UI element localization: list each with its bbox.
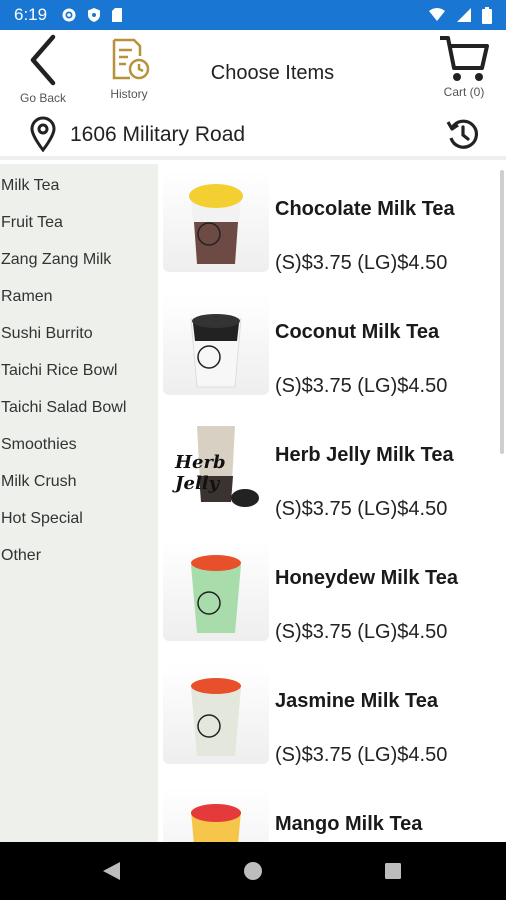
item-name: Chocolate Milk Tea [275, 198, 455, 220]
item-name: Mango Milk Tea [275, 813, 423, 835]
go-back-button[interactable]: Go Back [14, 34, 72, 105]
item-name: Jasmine Milk Tea [275, 690, 439, 712]
category-fruit-tea[interactable]: Fruit Tea [0, 204, 158, 241]
cart-icon [440, 36, 489, 81]
sd-card-icon [112, 8, 123, 22]
item-list[interactable]: Chocolate Milk Tea (S)$3.75 (LG)$4.50 Co… [158, 164, 506, 842]
list-item[interactable]: Coconut Milk Tea (S)$3.75 (LG)$4.50 [158, 287, 506, 410]
settings-icon [62, 8, 76, 22]
go-back-label: Go Back [19, 91, 67, 105]
product-image [163, 664, 269, 764]
item-price: (S)$3.75 (LG)$4.50 [275, 375, 448, 397]
item-name: Herb Jelly Milk Tea [275, 444, 454, 466]
list-item[interactable]: Herb Jelly Herb Jelly Milk Tea (S)$3.75 … [158, 410, 506, 533]
battery-icon [482, 6, 492, 24]
shield-icon [88, 8, 101, 22]
category-sidebar: Milk Tea Fruit Tea Zang Zang Milk Ramen … [0, 164, 158, 842]
category-taichi-rice-bowl[interactable]: Taichi Rice Bowl [0, 352, 158, 389]
wifi-icon [429, 8, 445, 21]
signal-icon [457, 8, 471, 22]
category-ramen[interactable]: Ramen [0, 278, 158, 315]
product-image: Herb Jelly [163, 418, 269, 518]
category-smoothies[interactable]: Smoothies [0, 426, 158, 463]
category-sushi-burrito[interactable]: Sushi Burrito [0, 315, 158, 352]
recents-square-icon[interactable] [384, 862, 402, 880]
address-bar: 1606 Military Road [0, 108, 506, 160]
status-bar: 6:19 [0, 0, 506, 30]
product-image [163, 295, 269, 395]
category-other[interactable]: Other [0, 537, 158, 574]
header: Go Back History Choose Items Cart (0) [0, 30, 506, 108]
item-price: (S)$3.75 (LG)$4.50 [275, 744, 448, 766]
category-zang-zang-milk[interactable]: Zang Zang Milk [0, 241, 158, 278]
herb-jelly-script: Herb Jelly [175, 452, 226, 494]
list-item[interactable]: Jasmine Milk Tea (S)$3.75 (LG)$4.50 [158, 656, 506, 779]
list-item[interactable]: Honeydew Milk Tea (S)$3.75 (LG)$4.50 [158, 533, 506, 656]
category-milk-tea[interactable]: Milk Tea [0, 167, 158, 204]
status-time: 6:19 [14, 5, 48, 24]
item-name: Coconut Milk Tea [275, 321, 440, 343]
navigation-bar [0, 842, 506, 900]
store-address[interactable]: 1606 Military Road [70, 123, 245, 147]
chevron-left-icon [30, 34, 56, 86]
category-hot-special[interactable]: Hot Special [0, 500, 158, 537]
product-image [163, 172, 269, 272]
page-title: Choose Items [210, 62, 335, 84]
list-item[interactable]: Chocolate Milk Tea (S)$3.75 (LG)$4.50 [158, 164, 506, 287]
item-price: (S)$3.75 (LG)$4.50 [275, 621, 448, 643]
history-label: History [110, 87, 148, 101]
product-image [163, 541, 269, 641]
order-history-icon[interactable] [445, 116, 481, 152]
cart-label: Cart (0) [443, 85, 485, 99]
back-triangle-icon[interactable] [100, 860, 122, 882]
item-price: (S)$3.75 (LG)$4.50 [275, 252, 448, 274]
cart-button[interactable]: Cart (0) [436, 32, 492, 99]
home-circle-icon[interactable] [243, 861, 263, 881]
category-milk-crush[interactable]: Milk Crush [0, 463, 158, 500]
list-item[interactable]: Mango Milk Tea [158, 779, 506, 842]
category-taichi-salad-bowl[interactable]: Taichi Salad Bowl [0, 389, 158, 426]
history-button[interactable]: History [102, 36, 156, 101]
item-name: Honeydew Milk Tea [275, 567, 459, 589]
history-document-icon [112, 38, 150, 80]
product-image [163, 787, 269, 842]
location-pin-icon [30, 116, 56, 152]
item-price: (S)$3.75 (LG)$4.50 [275, 498, 448, 520]
